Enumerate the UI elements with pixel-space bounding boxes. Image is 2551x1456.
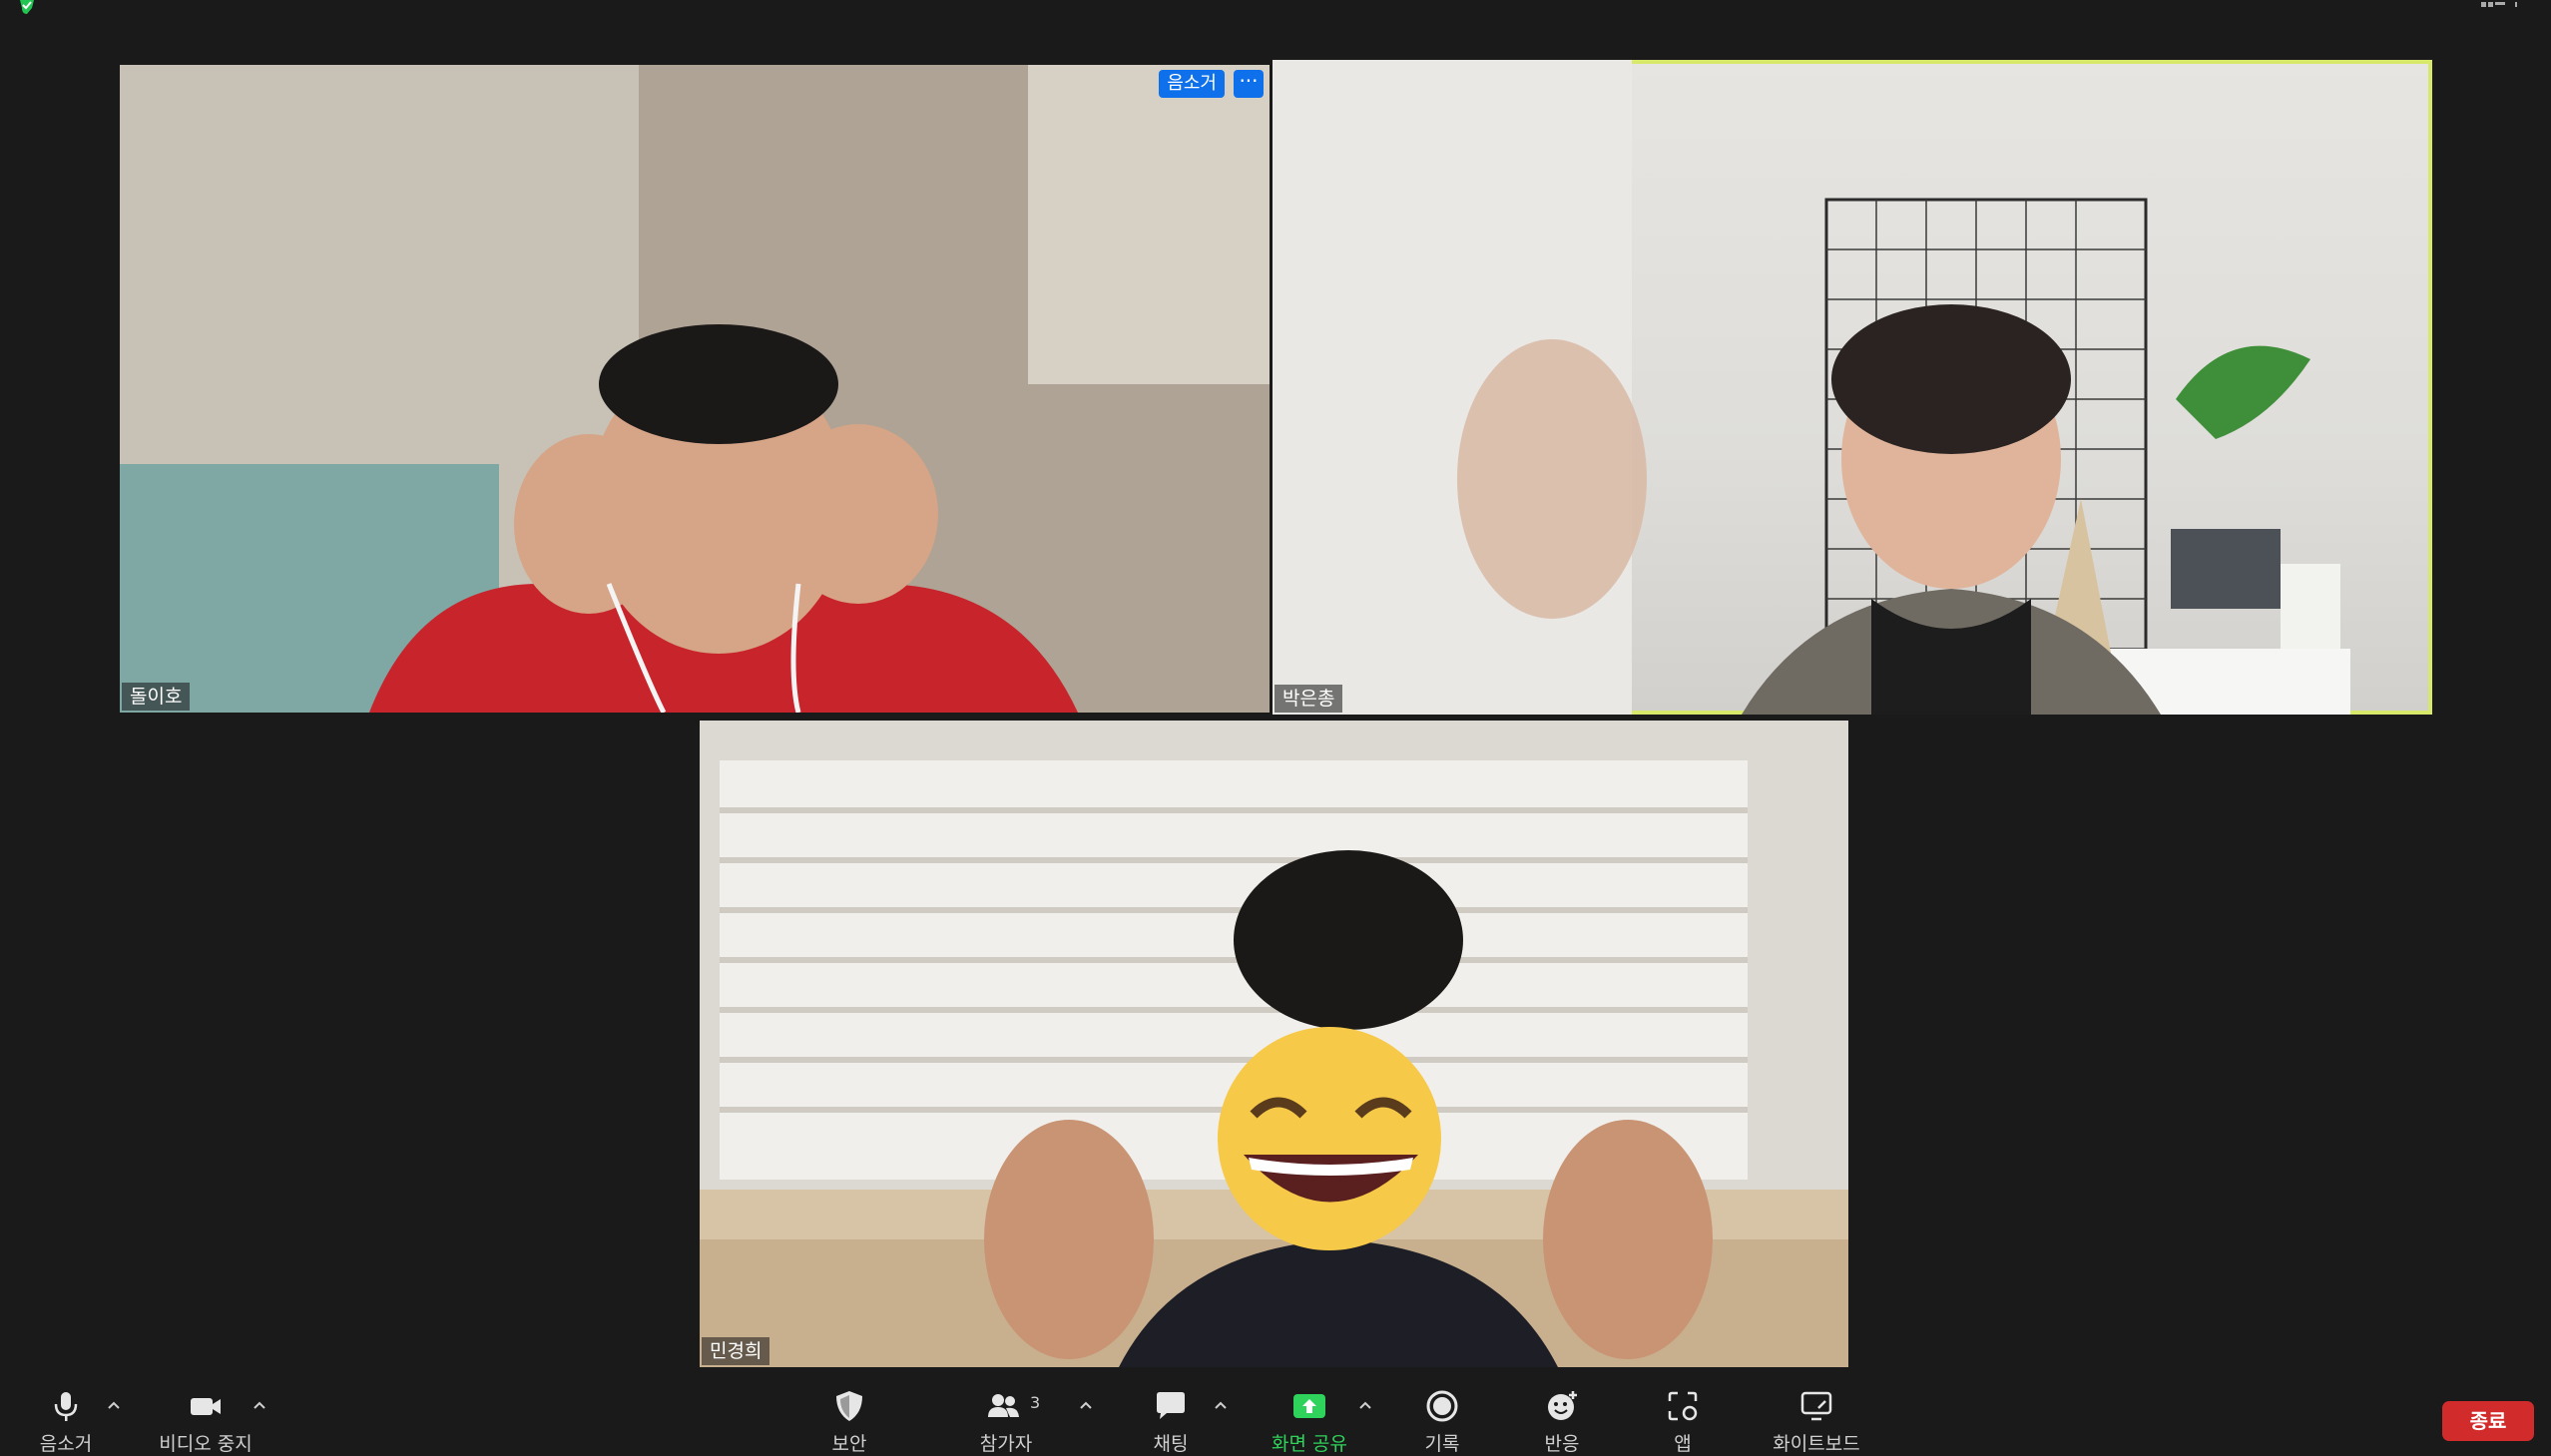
whiteboard-icon [1800,1391,1832,1421]
chevron-up-icon[interactable] [1357,1399,1373,1411]
apps-icon [1668,1391,1698,1421]
participant-video [700,721,1848,1367]
chevron-up-icon[interactable] [106,1399,122,1411]
security-label: 보안 [831,1433,867,1455]
participant-name: 박은총 [1275,685,1343,713]
chat-bubble-icon [1157,1392,1185,1419]
whiteboard-label: 화이트보드 [1773,1433,1860,1455]
reactions-icon [1548,1391,1577,1420]
chat-button[interactable]: 채팅 [1136,1377,1206,1455]
shield-check-icon[interactable] [14,0,40,14]
participants-button[interactable]: 3 참가자 [968,1377,1044,1455]
chat-label: 채팅 [1153,1433,1189,1455]
chevron-up-icon[interactable] [252,1399,267,1411]
mute-button[interactable]: 음소거 [30,1377,102,1455]
end-meeting-button[interactable]: 종료 [2442,1401,2534,1441]
video-camera-icon [191,1398,221,1415]
record-icon [1426,1390,1458,1422]
mute-label: 음소거 [39,1433,93,1455]
participant-video [120,65,1270,713]
meeting-toolbar: 음소거 비디오 중지 보안 3 참가자 채팅 화면 공유 기록 반응 앱 화이트… [0,1377,2551,1455]
participant-video [1273,60,2350,715]
security-button[interactable]: 보안 [813,1377,885,1455]
video-tile-participant-3[interactable]: 민경희 [700,721,1848,1367]
participant-name: 돌이호 [122,683,191,711]
chevron-up-icon[interactable] [1213,1399,1229,1411]
record-label: 기록 [1424,1433,1460,1455]
chevron-up-icon[interactable] [1078,1399,1094,1411]
microphone-icon [54,1392,78,1421]
top-bar [0,0,2551,20]
share-screen-label: 화면 공유 [1272,1433,1347,1455]
apps-label: 앱 [1674,1433,1692,1455]
reactions-button[interactable]: 반응 [1527,1377,1597,1455]
participants-count: 3 [1030,1393,1041,1412]
mute-participant-button[interactable]: 음소거 [1159,70,1225,98]
share-screen-icon [1293,1394,1325,1418]
security-shield-icon [836,1391,862,1421]
whiteboard-button[interactable]: 화이트보드 [1767,1377,1866,1455]
video-tile-participant-1[interactable]: 음소거 ··· 돌이호 [120,65,1270,713]
participants-icon [988,1394,1019,1417]
video-tile-participant-2[interactable]: 박은총 [1273,60,2432,715]
share-screen-button[interactable]: 화면 공유 [1260,1377,1359,1455]
more-options-button[interactable]: ··· [1234,70,1264,98]
reactions-label: 반응 [1544,1433,1580,1455]
participants-label: 참가자 [979,1433,1033,1455]
apps-button[interactable]: 앱 [1647,1377,1719,1455]
gallery-view-icon[interactable] [2481,0,2521,10]
video-label: 비디오 중지 [159,1433,253,1455]
emoji-face [1218,1027,1441,1250]
record-button[interactable]: 기록 [1407,1377,1477,1455]
stop-video-button[interactable]: 비디오 중지 [150,1377,261,1455]
participant-name: 민경희 [702,1337,770,1365]
